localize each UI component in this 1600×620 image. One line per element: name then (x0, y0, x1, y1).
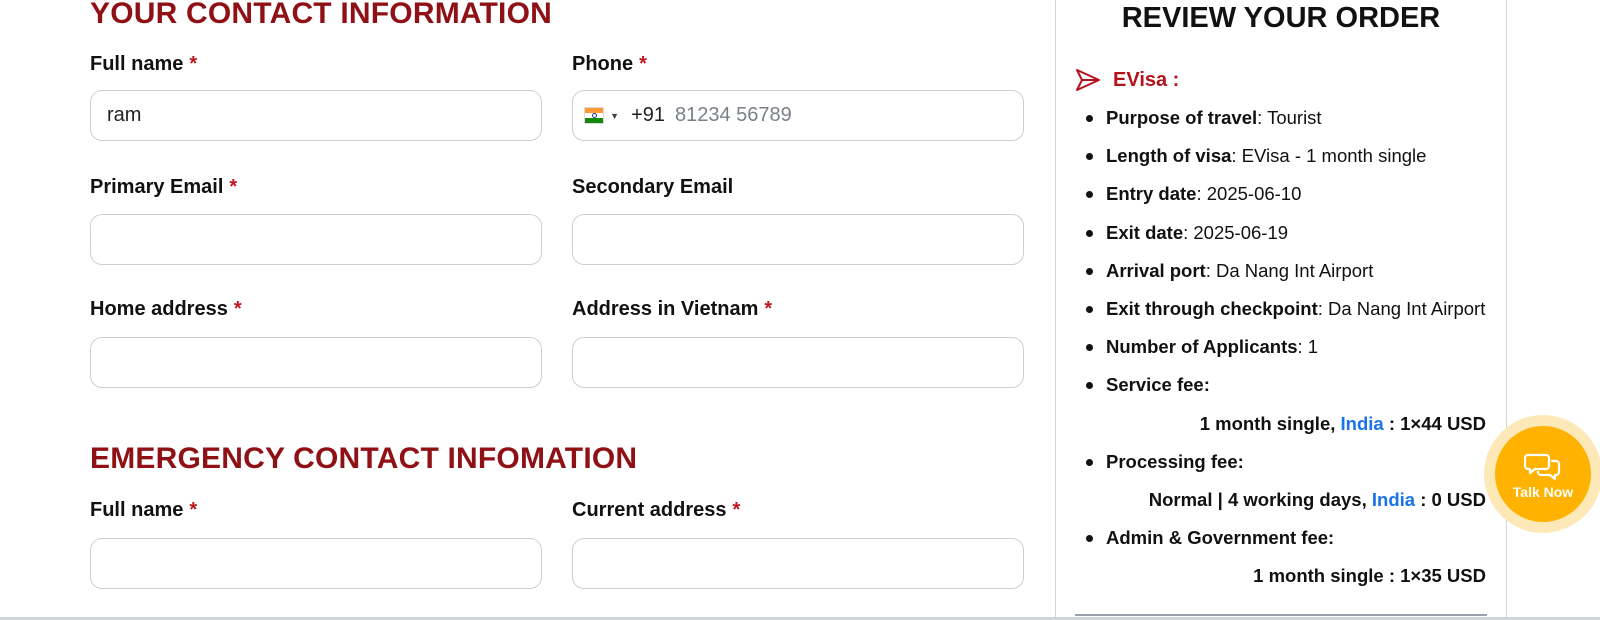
address-vietnam-input[interactable] (573, 338, 1023, 387)
admin-fee-detail: 1 month single : 1×35 USD (1253, 565, 1486, 587)
required-mark: * (189, 499, 198, 521)
service-fee-label: Service fee: (1106, 374, 1210, 396)
emergency-full-name-input[interactable] (91, 539, 541, 588)
service-fee-country-link[interactable]: India (1341, 413, 1384, 434)
secondary-email-input[interactable] (573, 215, 1023, 264)
processing-fee-country-link[interactable]: India (1372, 489, 1415, 510)
review-title: REVIEW YOUR ORDER (1121, 2, 1441, 34)
home-address-field[interactable] (90, 337, 542, 388)
contact-section-title: YOUR CONTACT INFORMATION (90, 0, 552, 30)
list-item: Entry date: 2025-06-10 (1086, 179, 1486, 217)
full-name-field[interactable] (90, 90, 542, 141)
required-mark: * (189, 53, 198, 75)
item-value: : 2025-06-10 (1196, 183, 1302, 205)
evisa-heading: EVisa : (1075, 68, 1179, 92)
primary-email-label: Primary Email * (90, 176, 238, 198)
item-label: Number of Applicants (1106, 336, 1298, 358)
list-item: Number of Applicants: 1 (1086, 332, 1486, 370)
current-address-label: Current address * (572, 499, 741, 521)
required-mark: * (639, 53, 647, 75)
primary-email-input[interactable] (91, 215, 541, 264)
list-item: Exit date: 2025-06-19 (1086, 218, 1486, 256)
review-panel-left-border (1055, 0, 1056, 620)
full-name-input[interactable] (91, 91, 541, 140)
current-address-input[interactable] (573, 539, 1023, 588)
item-label: Exit through checkpoint (1106, 297, 1318, 319)
list-item: Exit through checkpoint: Da Nang Int Air… (1086, 294, 1486, 332)
required-mark: * (233, 298, 242, 320)
talk-now-label: Talk Now (1512, 484, 1574, 500)
item-value: : 1 (1297, 336, 1319, 358)
order-summary-list: Purpose of travel: Tourist Length of vis… (1086, 103, 1486, 599)
service-fee-item: Service fee: (1086, 370, 1486, 408)
required-mark: * (732, 499, 741, 521)
phone-dial-code: +91 (631, 104, 665, 126)
emergency-section-title: EMERGENCY CONTACT INFOMATION (90, 442, 638, 475)
item-value: : Da Nang Int Airport (1205, 259, 1374, 281)
service-fee-detail: 1 month single, India : 1×44 USD (1199, 412, 1486, 434)
secondary-email-field[interactable] (572, 214, 1024, 265)
processing-fee-item: Processing fee: (1086, 447, 1486, 485)
home-address-input[interactable] (91, 338, 541, 387)
address-vietnam-field[interactable] (572, 337, 1024, 388)
processing-fee-detail: Normal | 4 working days, India : 0 USD (1148, 488, 1486, 510)
item-label: Length of visa (1106, 145, 1232, 167)
admin-fee-item: Admin & Government fee: (1086, 523, 1486, 561)
admin-fee-label: Admin & Government fee: (1106, 527, 1335, 549)
send-plane-icon (1076, 69, 1100, 91)
full-name-label: Full name * (90, 53, 198, 75)
primary-email-field[interactable] (90, 214, 542, 265)
phone-input[interactable] (673, 91, 1023, 140)
list-item: Length of visa: EVisa - 1 month single (1086, 141, 1486, 179)
talk-now-button[interactable]: Talk Now (1495, 426, 1591, 522)
item-value: : 2025-06-19 (1183, 221, 1289, 243)
evisa-label: EVisa : (1113, 68, 1180, 91)
secondary-email-label: Secondary Email (572, 176, 734, 198)
chevron-down-icon[interactable]: ▼ (610, 111, 619, 121)
item-value: : Tourist (1257, 107, 1322, 128)
chat-bubbles-icon (1524, 453, 1561, 481)
phone-label: Phone * (572, 53, 647, 75)
india-flag-icon[interactable] (584, 107, 605, 124)
talk-now-widget[interactable]: Talk Now (1484, 415, 1600, 533)
emergency-full-name-label: Full name * (90, 499, 198, 521)
review-divider (1075, 614, 1487, 616)
item-label: Purpose of travel (1106, 107, 1258, 128)
item-label: Arrival port (1106, 259, 1206, 281)
item-label: Exit date (1106, 221, 1184, 243)
required-mark: * (229, 176, 238, 198)
review-panel-right-border (1506, 0, 1507, 620)
current-address-field[interactable] (572, 538, 1024, 589)
required-mark: * (764, 298, 773, 320)
processing-fee-label: Processing fee: (1106, 450, 1244, 472)
item-value: : EVisa - 1 month single (1231, 145, 1427, 167)
item-value: : Da Nang Int Airport (1317, 297, 1486, 319)
list-item: Arrival port: Da Nang Int Airport (1086, 256, 1486, 294)
home-address-label: Home address * (90, 298, 242, 320)
address-vietnam-label: Address in Vietnam * (572, 298, 773, 320)
item-label: Entry date (1106, 183, 1197, 205)
emergency-full-name-field[interactable] (90, 538, 542, 589)
phone-field[interactable]: ▼ +91 (572, 90, 1024, 141)
list-item: Purpose of travel: Tourist (1086, 103, 1486, 141)
